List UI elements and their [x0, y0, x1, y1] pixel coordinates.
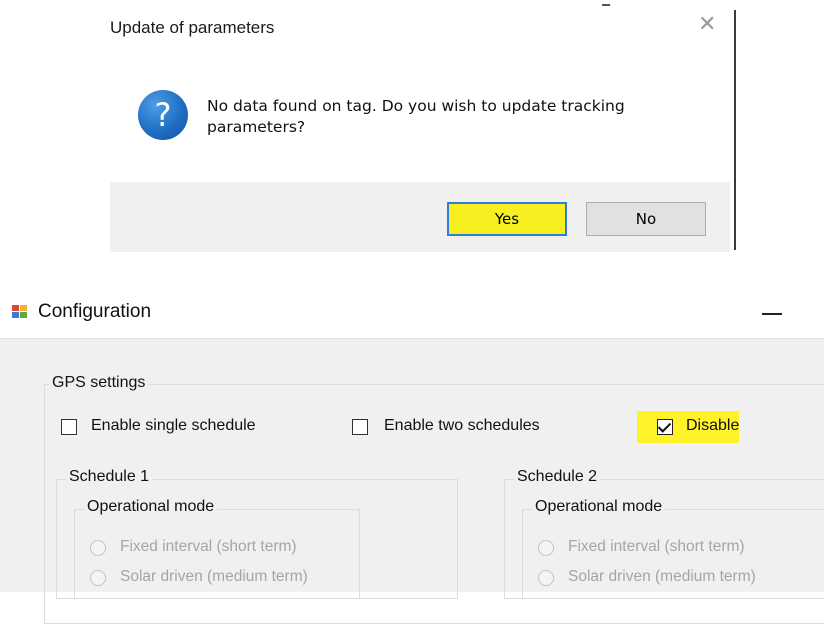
gps-settings-label: GPS settings: [49, 374, 149, 392]
schedule-1-fixed-interval-label: Fixed interval (short term): [120, 538, 297, 555]
enable-single-schedule-checkbox[interactable]: [61, 419, 77, 435]
background-artifact: [602, 4, 610, 6]
disable-label[interactable]: Disable: [686, 417, 739, 435]
yes-button[interactable]: Yes: [447, 202, 567, 236]
enable-two-schedules-label[interactable]: Enable two schedules: [384, 417, 540, 435]
dialog-message: No data found on tag. Do you wish to upd…: [207, 97, 625, 136]
schedule-1-operational-mode-label: Operational mode: [84, 498, 218, 516]
schedule-2-solar-driven-radio[interactable]: [538, 570, 554, 586]
schedule-2-fixed-interval-radio[interactable]: [538, 540, 554, 556]
update-parameters-dialog: Update of parameters ✕ ? No data found o…: [110, 0, 730, 252]
configuration-body: GPS settings Enable single schedule Enab…: [0, 338, 824, 624]
app-icon: [12, 305, 28, 319]
dialog-title: Update of parameters: [110, 18, 275, 37]
disable-checkbox[interactable]: [657, 419, 673, 435]
schedule-1-label: Schedule 1: [66, 468, 153, 486]
schedule-1-solar-driven-radio[interactable]: [90, 570, 106, 586]
schedule-2-operational-mode-label: Operational mode: [532, 498, 666, 516]
dialog-border: [734, 10, 736, 250]
dialog-button-bar: Yes No: [110, 182, 730, 252]
no-button[interactable]: No: [586, 202, 706, 236]
enable-single-schedule-label[interactable]: Enable single schedule: [91, 417, 256, 435]
window-title: Configuration: [38, 301, 152, 322]
schedule-2-fixed-interval-label: Fixed interval (short term): [568, 538, 745, 555]
question-icon: ?: [138, 90, 188, 140]
schedule-2-label: Schedule 2: [514, 468, 601, 486]
schedule-2-solar-driven-label: Solar driven (medium term): [568, 568, 756, 585]
checkmark-icon: [657, 419, 672, 433]
schedule-1-solar-driven-label: Solar driven (medium term): [120, 568, 308, 585]
close-icon[interactable]: ✕: [698, 14, 716, 36]
enable-two-schedules-checkbox[interactable]: [352, 419, 368, 435]
schedule-1-fixed-interval-radio[interactable]: [90, 540, 106, 556]
configuration-title-bar: Configuration: [0, 292, 824, 332]
minimize-icon[interactable]: [762, 313, 782, 315]
